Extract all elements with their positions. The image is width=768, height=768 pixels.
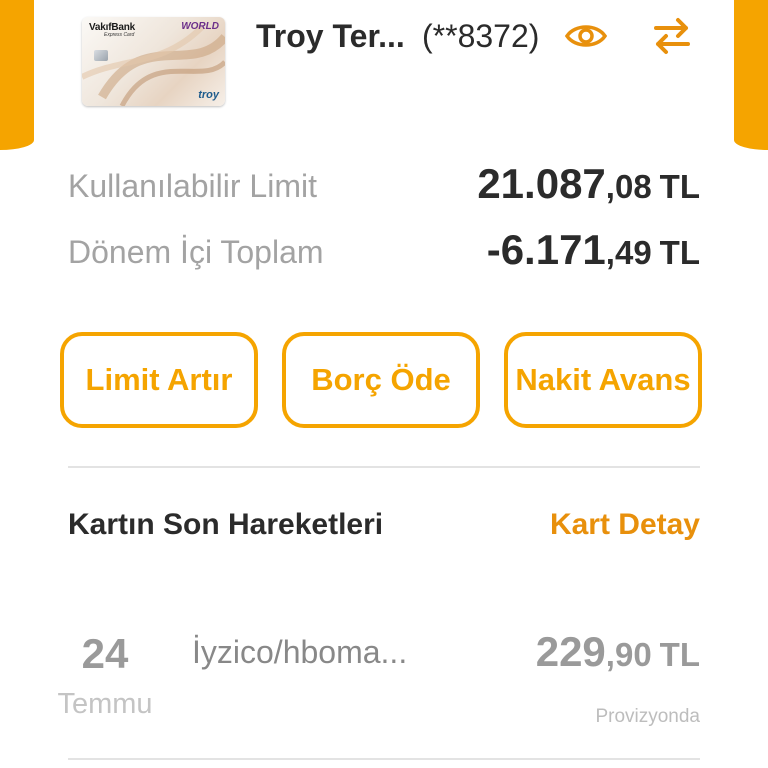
amount-currency: TL: [659, 168, 700, 205]
card-image[interactable]: VakıfBank Express Card WORLD troy: [82, 17, 225, 106]
increase-limit-button[interactable]: Limit Artır: [60, 332, 258, 428]
amount-decimal: ,08: [605, 168, 652, 205]
amount-integer: 229: [535, 628, 606, 675]
period-total-row: Dönem İçi Toplam -6.171,49 TL: [68, 226, 700, 276]
amount-integer: 21.087: [477, 160, 606, 207]
transaction-month: Temmu: [57, 688, 153, 720]
card-masked-number: (**8372): [422, 18, 540, 54]
transaction-divider: [68, 758, 700, 760]
transaction-row[interactable]: 24 Temmu İyzico/hboma... 229,90 TL Proviz…: [34, 610, 734, 750]
swap-arrows-icon[interactable]: [648, 12, 696, 60]
header-band-right: [734, 0, 768, 150]
amount-integer: -6.171: [486, 226, 606, 273]
card-header: VakıfBank Express Card WORLD troy Troy T…: [34, 0, 734, 120]
available-limit-row: Kullanılabilir Limit 21.087,08 TL: [68, 160, 700, 210]
period-total-amount: -6.171,49 TL: [487, 226, 700, 274]
transaction-amount: 229,90 TL: [536, 628, 700, 676]
amount-decimal: ,49: [605, 234, 652, 271]
cash-advance-button[interactable]: Nakit Avans: [504, 332, 702, 428]
eye-icon[interactable]: [564, 16, 608, 56]
card-tier: WORLD: [181, 21, 219, 32]
card-name: Troy Ter...: [256, 18, 405, 54]
period-total-label: Dönem İçi Toplam: [68, 234, 324, 270]
available-limit-amount: 21.087,08 TL: [477, 160, 700, 208]
amount-decimal: ,90: [605, 636, 652, 673]
pay-debt-button[interactable]: Borç Öde: [282, 332, 480, 428]
header-band-left: [0, 0, 34, 150]
card-summary-sheet: VakıfBank Express Card WORLD troy Troy T…: [34, 0, 734, 768]
transaction-day: 24: [81, 630, 129, 677]
card-network-logo: troy: [198, 89, 219, 101]
transaction-merchant: İyzico/hboma...: [192, 634, 408, 670]
card-detail-link[interactable]: Kart Detay: [550, 508, 700, 542]
section-divider: [68, 466, 700, 468]
transaction-status: Provizyonda: [595, 706, 700, 727]
available-limit-label: Kullanılabilir Limit: [68, 168, 317, 204]
amount-currency: TL: [659, 636, 700, 673]
card-product-name: Express Card: [104, 32, 135, 38]
amount-currency: TL: [659, 234, 700, 271]
card-chip-icon: [94, 50, 108, 61]
recent-transactions-title: Kartın Son Hareketleri: [68, 508, 384, 541]
